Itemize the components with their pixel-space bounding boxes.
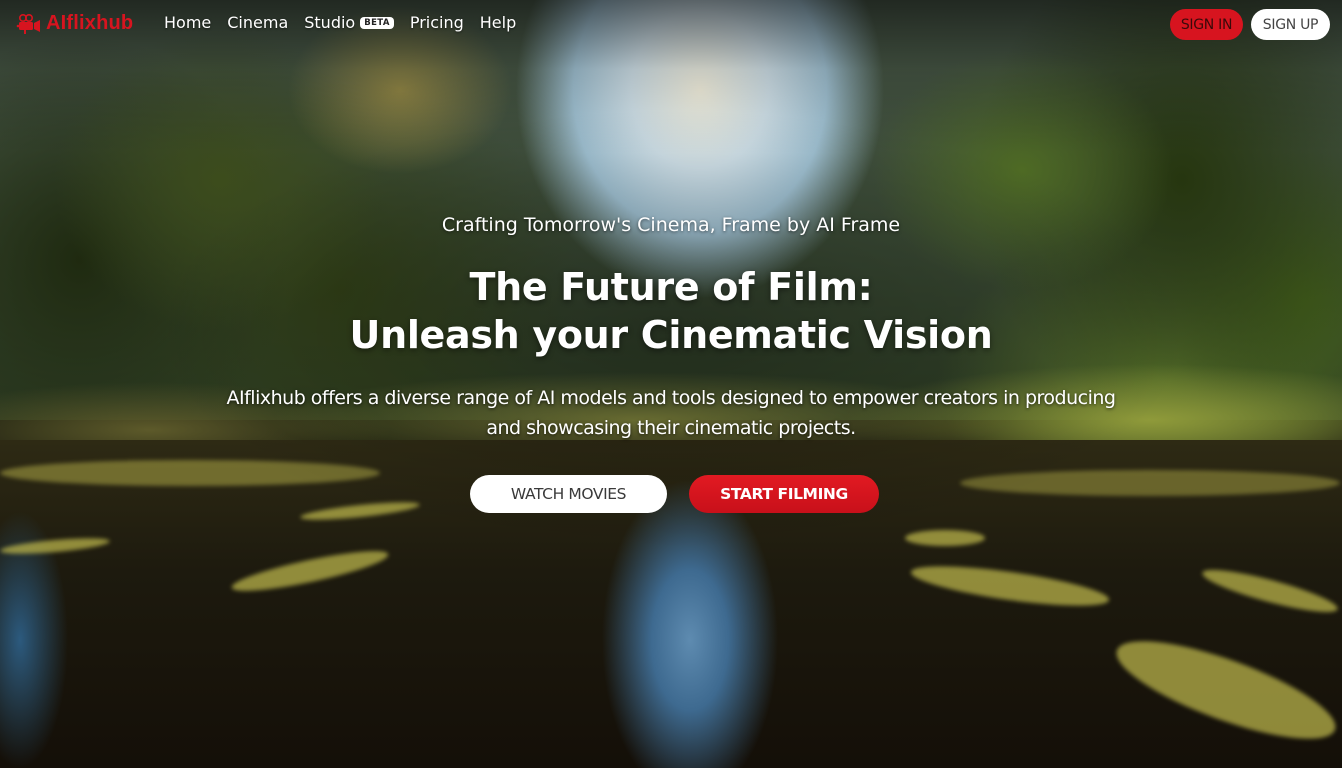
brand-name: AIflixhub [46,12,134,34]
brand-logo[interactable]: AIflixhub [16,12,133,35]
nav-help-label: Help [479,13,517,32]
watch-movies-button[interactable]: WATCH MOVIES [470,475,667,513]
nav-help[interactable]: Help [480,13,516,32]
sign-up-button[interactable]: SIGN UP [1251,9,1330,40]
main-nav: Home Cinema Studio BETA Pricing Help [164,13,516,32]
hero-tagline: Crafting Tomorrow's Cinema, Frame by AI … [441,214,901,236]
nav-cinema[interactable]: Cinema [227,13,288,32]
headline-line-2: Unleash your Cinematic Vision [349,313,993,357]
top-navbar: AIflixhub Home Cinema Studio BETA Pricin… [0,0,1342,48]
nav-home-label: Home [164,13,212,32]
nav-cinema-label: Cinema [227,13,289,32]
start-filming-button[interactable]: START FILMING [689,475,879,513]
sign-in-button[interactable]: SIGN IN [1170,9,1243,40]
hero-description: AIflixhub offers a diverse range of AI m… [226,387,1116,439]
headline-line-1: The Future of Film: [469,265,873,309]
nav-pricing[interactable]: Pricing [410,13,464,32]
nav-home[interactable]: Home [164,13,211,32]
nav-studio-label: Studio [304,13,356,32]
nav-pricing-label: Pricing [409,13,464,32]
film-camera-icon [16,13,40,34]
hero-headline: The Future of Film: Unleash your Cinemat… [0,263,1342,359]
auth-buttons: SIGN IN SIGN UP [1170,9,1330,40]
beta-badge: BETA [360,16,394,29]
nav-studio[interactable]: Studio BETA [304,13,394,32]
